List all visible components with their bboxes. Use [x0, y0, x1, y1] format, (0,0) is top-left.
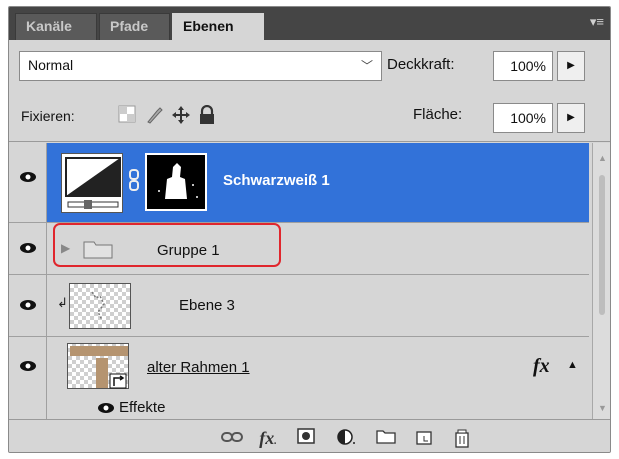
fill-arrow-button[interactable]: ▶ — [557, 103, 585, 133]
blend-mode-value: Normal — [28, 57, 74, 73]
visibility-toggle[interactable] — [9, 223, 47, 274]
lock-label: Fixieren: — [21, 108, 75, 124]
tab-channels[interactable]: Kanäle — [15, 13, 97, 40]
fx-icon[interactable]: fx — [533, 355, 550, 378]
tab-layers[interactable]: Ebenen — [172, 13, 264, 40]
adjustment-thumbnail — [61, 153, 123, 213]
layer-list: Schwarzweiß 1 ▶ Gruppe 1 ↲ Ebene 3 alter… — [9, 143, 589, 419]
link-icon[interactable] — [129, 169, 139, 191]
fx-icon[interactable]: fx. — [257, 428, 279, 448]
eye-icon[interactable] — [97, 401, 115, 413]
lock-transparency-icon[interactable] — [117, 105, 137, 125]
scroll-up-icon[interactable]: ▲ — [598, 153, 607, 163]
group-highlight-frame — [53, 223, 281, 267]
layers-panel: Kanäle Pfade Ebenen ▾≡ Normal ﹀ Deckkraf… — [8, 6, 611, 453]
layer-name[interactable]: Schwarzweiß 1 — [223, 172, 330, 189]
blend-row: Normal ﹀ Deckkraft: 100% ▶ — [9, 40, 610, 90]
opacity-label: Deckkraft: — [387, 56, 455, 73]
tab-bar: Kanäle Pfade Ebenen ▾≡ — [9, 7, 610, 40]
layer-thumbnail — [67, 343, 129, 389]
new-layer-icon[interactable] — [413, 428, 435, 448]
layer-row-alter-rahmen[interactable]: alter Rahmen 1 fx ▲ Effekte — [9, 337, 589, 419]
panel-menu-icon[interactable]: ▾≡ — [586, 15, 604, 29]
layer-thumbnail — [69, 283, 131, 329]
layer-name[interactable]: alter Rahmen 1 — [147, 359, 250, 376]
eye-icon — [20, 172, 36, 182]
chevron-down-icon: ﹀ — [360, 59, 373, 73]
fill-field[interactable]: 100% — [493, 103, 553, 133]
opacity-field[interactable]: 100% — [493, 51, 553, 81]
scroll-thumb[interactable] — [599, 175, 605, 315]
eye-icon — [20, 361, 36, 371]
lock-all-padlock-icon[interactable] — [197, 104, 217, 125]
layer-name[interactable]: Ebene 3 — [179, 297, 235, 314]
layer-row-schwarzweiss[interactable]: Schwarzweiß 1 — [9, 143, 589, 223]
layer-row-ebene3[interactable]: ↲ Ebene 3 — [9, 275, 589, 337]
collapse-arrow-icon[interactable]: ▲ — [567, 359, 578, 371]
lock-row: Fixieren: Fläche: 100% ▶ — [9, 90, 610, 142]
scroll-down-icon[interactable]: ▼ — [598, 403, 607, 413]
clipping-arrow-icon: ↲ — [57, 295, 68, 310]
visibility-toggle[interactable] — [9, 275, 47, 336]
mask-icon[interactable] — [295, 428, 317, 448]
adjustment-icon[interactable] — [335, 428, 357, 448]
eye-icon — [20, 243, 36, 253]
tab-paths[interactable]: Pfade — [99, 13, 170, 40]
visibility-toggle[interactable] — [9, 337, 47, 419]
bottom-toolbar: fx. — [9, 419, 610, 452]
opacity-arrow-button[interactable]: ▶ — [557, 51, 585, 81]
folder-icon[interactable] — [375, 428, 397, 448]
fill-label: Fläche: — [413, 106, 463, 123]
lock-pixels-brush-icon[interactable] — [145, 105, 165, 125]
layer-mask-thumbnail[interactable] — [145, 153, 207, 211]
eye-icon — [20, 300, 36, 310]
lock-position-move-icon[interactable] — [171, 105, 191, 125]
trash-icon[interactable] — [451, 428, 473, 448]
blend-mode-select[interactable]: Normal ﹀ — [19, 51, 382, 81]
effects-label[interactable]: Effekte — [119, 399, 165, 416]
scrollbar[interactable]: ▲ ▼ — [592, 143, 610, 419]
visibility-toggle[interactable] — [9, 143, 47, 222]
link-layers-icon[interactable] — [221, 428, 243, 448]
